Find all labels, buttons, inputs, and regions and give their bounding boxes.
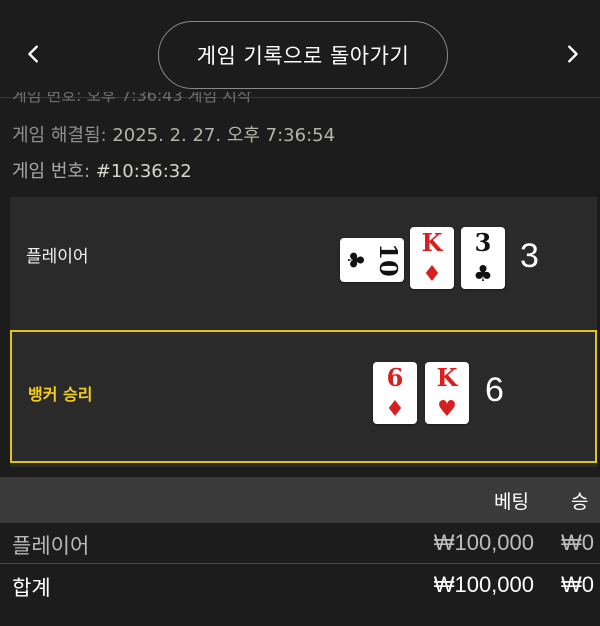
round-result-panel: 플레이어 10 ♣ K ♦ 3 ♣ 3 뱅커 승리 6 ♦ K ♥ 6 bbox=[10, 197, 597, 467]
card-rank: 3 bbox=[474, 228, 492, 257]
game-resolved-line: 게임 해결됨: 2025. 2. 27. 오후 7:36:54 bbox=[12, 121, 335, 147]
total-win-amount: ₩0 bbox=[561, 572, 594, 597]
header-bar: 게임 기록으로 돌아가기 bbox=[0, 0, 600, 98]
game-number-line: 게임 번호: #10:36:32 bbox=[12, 157, 192, 183]
game-number-label: 게임 번호: bbox=[12, 161, 91, 182]
game-start-text: 게임 번호: 오후 7:36:43 게임 시작 bbox=[12, 92, 252, 104]
banker-win-label: 뱅커 승리 bbox=[28, 385, 93, 404]
banker-score: 6 bbox=[485, 371, 504, 409]
chevron-right-icon bbox=[568, 45, 578, 63]
player-card-2: K ♦ bbox=[410, 227, 454, 289]
total-bet-amount: ₩100,000 bbox=[433, 572, 534, 597]
diamond-suit-icon: ♦ bbox=[422, 261, 442, 287]
club-suit-icon: ♣ bbox=[342, 250, 368, 270]
win-column-header: 승 bbox=[571, 491, 589, 513]
card-rank: 10 bbox=[374, 243, 403, 277]
game-resolved-label: 게임 해결됨: bbox=[12, 125, 107, 146]
prev-game-button[interactable] bbox=[16, 36, 52, 72]
scrolled-info-line: 게임 번호: 오후 7:36:43 게임 시작 bbox=[12, 92, 312, 104]
player-card-1: 10 ♣ bbox=[340, 238, 404, 282]
heart-suit-icon: ♥ bbox=[437, 396, 457, 422]
club-suit-icon: ♣ bbox=[473, 261, 493, 287]
banker-hand-row: 뱅커 승리 6 ♦ K ♥ 6 bbox=[10, 330, 597, 463]
total-label: 합계 bbox=[12, 576, 51, 600]
banker-card-2: K ♥ bbox=[425, 362, 469, 424]
bet-table-header: 베팅 승 bbox=[0, 477, 600, 523]
player-score: 3 bbox=[520, 237, 539, 275]
card-rank: K bbox=[436, 363, 458, 392]
row-win-amount: ₩0 bbox=[561, 530, 594, 555]
table-row: 플레이어 ₩100,000 ₩0 bbox=[0, 524, 600, 564]
back-to-history-button[interactable]: 게임 기록으로 돌아가기 bbox=[158, 21, 448, 89]
player-hand-row: 플레이어 10 ♣ K ♦ 3 ♣ 3 bbox=[10, 197, 597, 329]
next-game-button[interactable] bbox=[554, 36, 590, 72]
banker-card-1: 6 ♦ bbox=[373, 362, 417, 424]
table-row-total: 합계 ₩100,000 ₩0 bbox=[0, 566, 600, 606]
player-card-3: 3 ♣ bbox=[461, 227, 505, 289]
player-label: 플레이어 bbox=[26, 247, 89, 267]
bet-column-header: 베팅 bbox=[494, 491, 529, 513]
card-rank: 6 bbox=[386, 363, 404, 392]
game-number-value: #10:36:32 bbox=[95, 161, 192, 182]
diamond-suit-icon: ♦ bbox=[385, 396, 405, 422]
chevron-left-icon bbox=[28, 45, 38, 63]
card-rank: K bbox=[421, 228, 443, 257]
game-resolved-value: 2025. 2. 27. 오후 7:36:54 bbox=[112, 125, 336, 146]
row-bet-amount: ₩100,000 bbox=[433, 530, 534, 555]
row-bet-name: 플레이어 bbox=[12, 534, 90, 558]
